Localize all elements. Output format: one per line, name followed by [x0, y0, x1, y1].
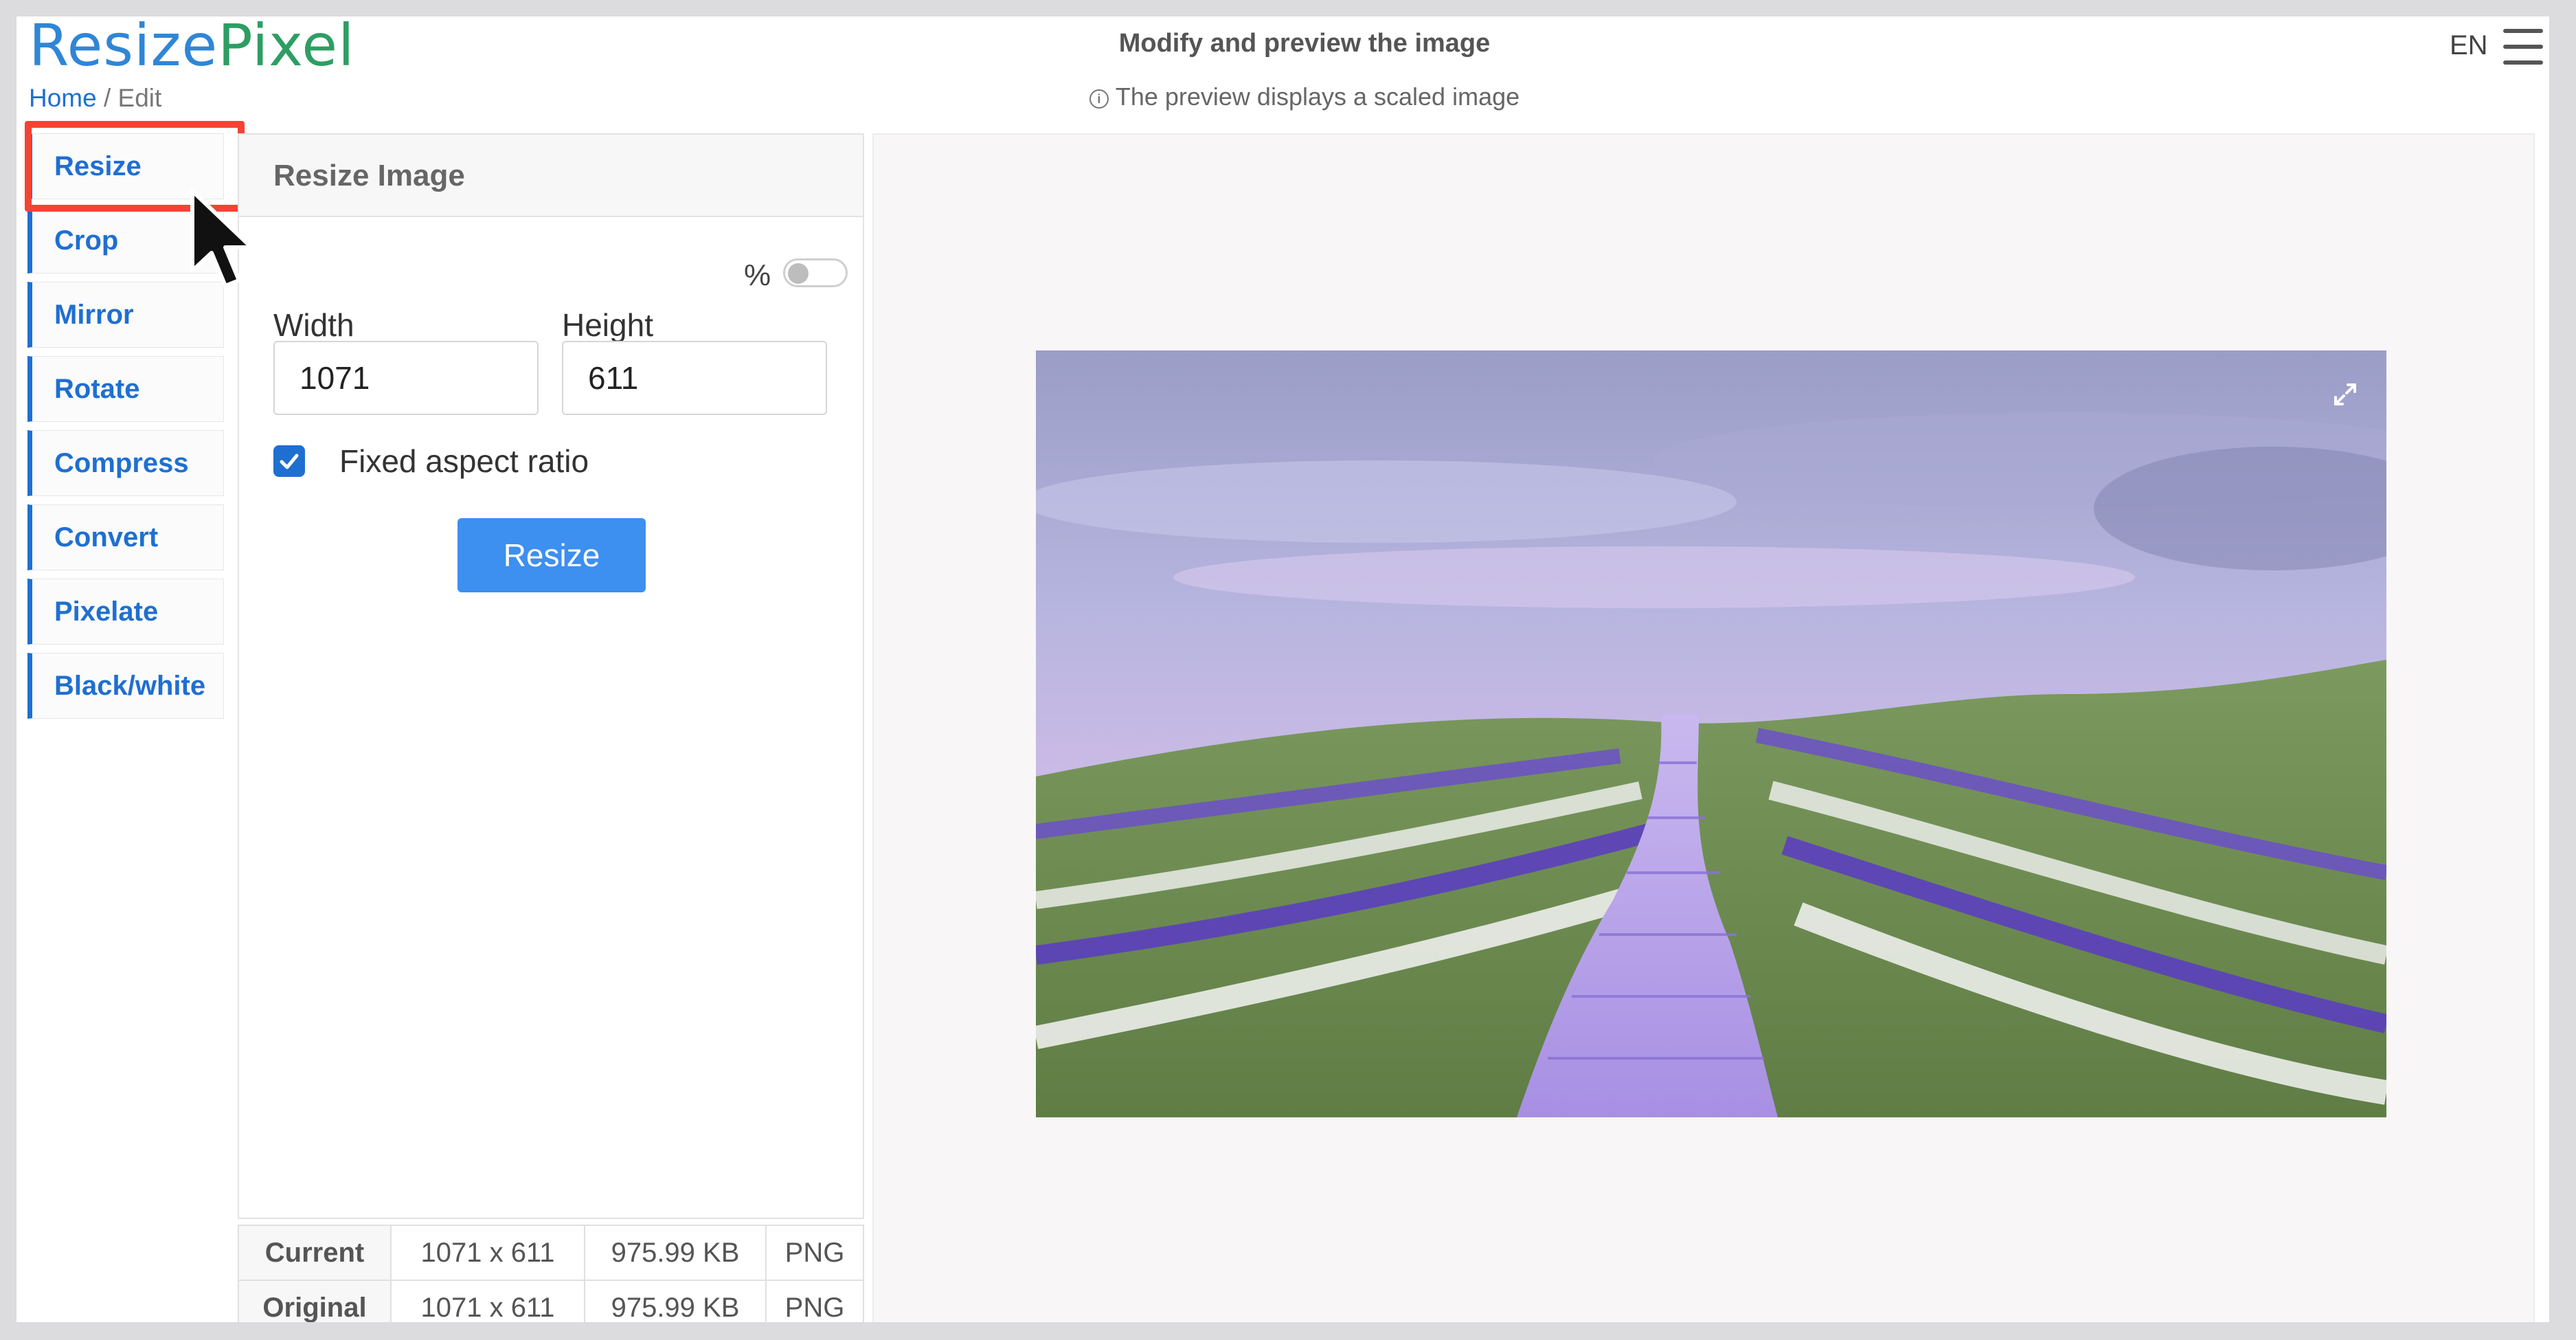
aspect-ratio-label[interactable]: Fixed aspect ratio	[339, 443, 589, 480]
image-info-table: Current 1071 x 611 975.99 KB PNG Origina…	[238, 1225, 864, 1322]
sidebar-item-black-white[interactable]: Black/white	[27, 653, 224, 719]
page-subtitle: i The preview displays a scaled image	[909, 82, 1699, 111]
percent-label: %	[744, 258, 771, 292]
height-input[interactable]: 611	[562, 341, 827, 415]
file-size-cell: 975.99 KB	[584, 1280, 767, 1322]
info-circle-icon: i	[1089, 89, 1109, 109]
breadcrumb: Home / Edit	[29, 84, 161, 113]
logo-part-pixel: Pixel	[218, 16, 355, 79]
app-frame: ResizePixel Home / Edit Modify and previ…	[16, 16, 2549, 1322]
preview-image	[1036, 350, 2386, 1117]
logo-part-resize: Resize	[29, 16, 218, 79]
resize-button[interactable]: Resize	[457, 518, 646, 592]
breadcrumb-current: Edit	[117, 84, 162, 112]
table-row: Current 1071 x 611 975.99 KB PNG	[238, 1225, 864, 1281]
hamburger-menu-icon[interactable]	[2503, 29, 2543, 65]
dimensions-cell: 1071 x 611	[390, 1280, 585, 1322]
toggle-knob	[788, 263, 809, 284]
dimensions-cell: 1071 x 611	[390, 1225, 585, 1281]
width-label: Width	[273, 307, 354, 343]
resize-panel: Resize Image % Width Height 1071 611 Fix…	[238, 133, 864, 1219]
checkmark-icon	[280, 454, 299, 469]
aspect-ratio-checkbox[interactable]	[273, 445, 305, 477]
height-label: Height	[562, 307, 653, 343]
format-cell: PNG	[765, 1280, 864, 1322]
sidebar-item-compress[interactable]: Compress	[27, 430, 224, 496]
percent-toggle[interactable]	[783, 258, 848, 287]
breadcrumb-home-link[interactable]: Home	[29, 84, 97, 112]
language-selector[interactable]: EN	[2450, 30, 2488, 61]
table-row: Original 1071 x 611 975.99 KB PNG	[238, 1280, 864, 1322]
subtitle-text: The preview displays a scaled image	[1115, 82, 1520, 111]
sidebar-item-pixelate[interactable]: Pixelate	[27, 579, 224, 645]
expand-icon[interactable]	[2331, 381, 2359, 408]
breadcrumb-separator: /	[96, 84, 118, 112]
file-size-cell: 975.99 KB	[584, 1225, 767, 1281]
logo[interactable]: ResizePixel	[29, 16, 354, 74]
sidebar-item-rotate[interactable]: Rotate	[27, 356, 224, 422]
sidebar-item-convert[interactable]: Convert	[27, 504, 224, 570]
width-input[interactable]: 1071	[273, 341, 539, 415]
mouse-cursor-icon	[190, 189, 253, 288]
format-cell: PNG	[765, 1225, 864, 1281]
panel-title: Resize Image	[239, 135, 863, 217]
page-title: Modify and preview the image	[1118, 29, 1491, 58]
row-label: Original	[238, 1280, 392, 1322]
row-label: Current	[238, 1225, 392, 1281]
